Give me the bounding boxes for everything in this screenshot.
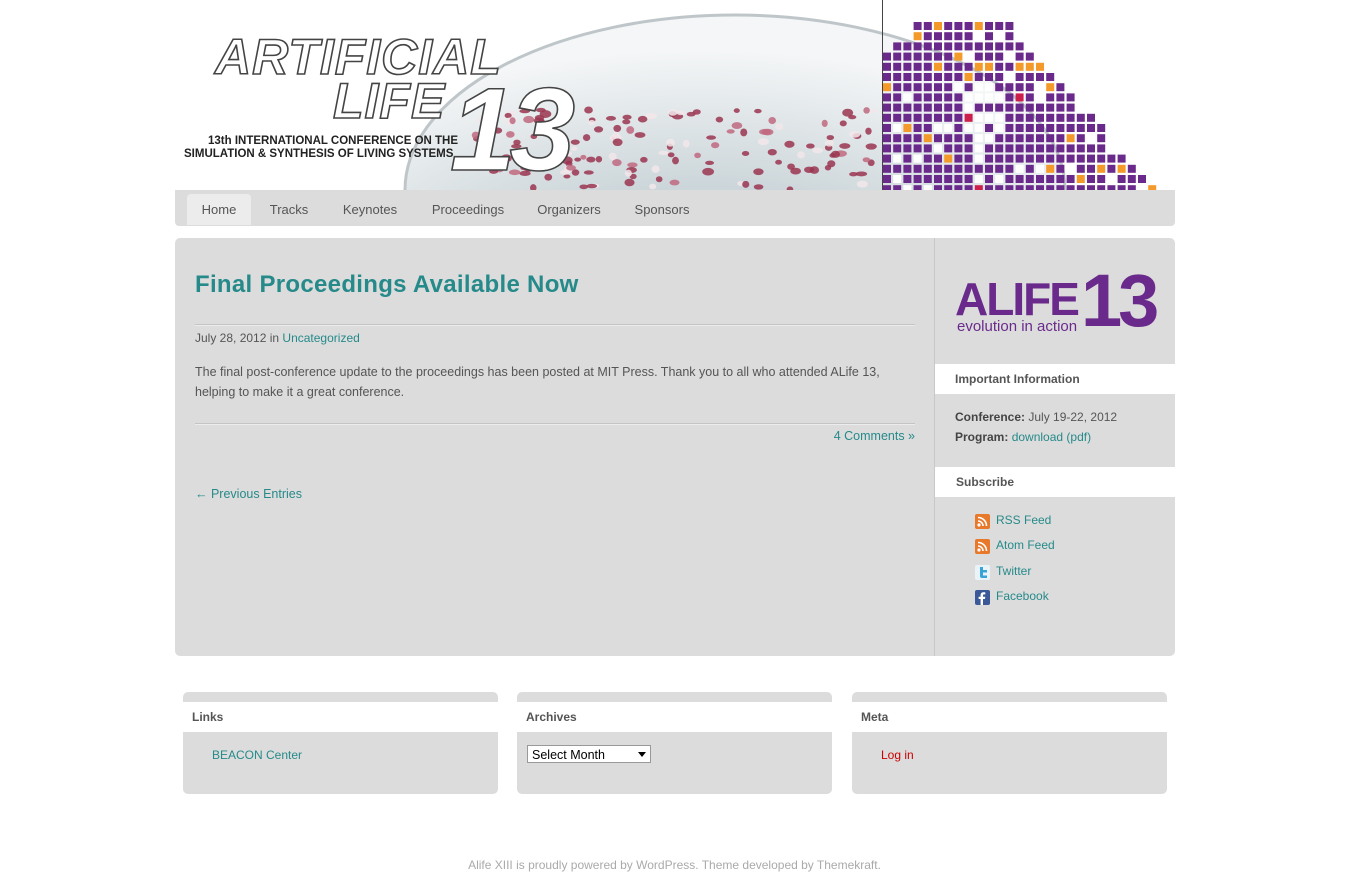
nav-keynotes[interactable]: Keynotes (335, 194, 405, 225)
divider (195, 324, 915, 326)
alife-logo-text: ALIFE 13 evolution in action (955, 259, 1160, 342)
alife-logo-number: 13 (1081, 259, 1159, 342)
main-navigation: Home Tracks Keynotes Proceedings Organiz… (175, 190, 1175, 226)
dropdown-arrow-icon (638, 752, 646, 757)
site-header: ARTIFICIAL LIFE 13 13th INTERNATIONAL CO… (175, 0, 1175, 190)
main-container: Final Proceedings Available Now July 28,… (175, 238, 1176, 656)
twitter-label: Twitter (996, 564, 1032, 578)
header-title-line2: LIFE (332, 72, 446, 130)
archives-widget: Archives Select Month (517, 692, 832, 794)
sidebar: ALIFE 13 evolution in action Important I… (934, 238, 1176, 656)
links-widget-heading: Links (183, 702, 498, 732)
previous-entries-link[interactable]: ← Previous Entries (195, 487, 302, 501)
links-widget: Links BEACON Center (183, 692, 498, 794)
alife13-logo: ALIFE 13 evolution in action (955, 259, 1160, 342)
nav-proceedings[interactable]: Proceedings (423, 194, 513, 225)
archives-month-select[interactable]: Select Month (527, 745, 651, 763)
program-download-link[interactable]: download (pdf) (1012, 430, 1091, 444)
program-label: Program: (955, 430, 1009, 444)
post-category-link[interactable]: Uncategorized (282, 331, 359, 345)
comments-link[interactable]: 4 Comments » (834, 429, 915, 443)
site-footer: Alife XIII is proudly powered by WordPre… (468, 858, 881, 872)
header-subtitle-line1: 13th INTERNATIONAL CONFERENCE ON THE (208, 135, 459, 147)
header-subtitle-line2: SIMULATION & SYNTHESIS OF LIVING SYSTEMS (184, 148, 454, 160)
important-info-heading: Important Information (935, 364, 1176, 394)
atom-feed-label: Atom Feed (996, 538, 1055, 552)
facebook-label: Facebook (996, 589, 1049, 603)
header-title-number: 13 (449, 63, 576, 190)
alife-logo-tagline: evolution in action (957, 318, 1078, 335)
post-meta: July 28, 2012 in Uncategorized (195, 331, 360, 345)
rss-icon (975, 514, 990, 529)
subscribe-heading: Subscribe (935, 467, 1176, 497)
conference-label: Conference: (955, 410, 1026, 424)
archives-widget-heading: Archives (517, 702, 832, 732)
login-link[interactable]: Log in (881, 748, 914, 762)
conference-dates: Conference: July 19-22, 2012 (955, 410, 1117, 424)
meta-widget: Meta Log in (852, 692, 1167, 794)
meta-widget-heading: Meta (852, 702, 1167, 732)
post-content: Final Proceedings Available Now July 28,… (195, 238, 915, 656)
nav-organizers[interactable]: Organizers (529, 194, 609, 225)
nav-tracks[interactable]: Tracks (259, 194, 319, 225)
pixel-mosaic-graphic (883, 22, 1157, 190)
program-line: Program: download (pdf) (955, 430, 1091, 444)
post-date: July 28, 2012 in (195, 331, 280, 345)
divider (195, 423, 915, 425)
facebook-icon (975, 590, 990, 605)
nav-home[interactable]: Home (187, 194, 251, 225)
twitter-icon (975, 565, 990, 580)
beacon-center-link[interactable]: BEACON Center (212, 748, 302, 762)
post-body: The final post-conference update to the … (195, 365, 880, 399)
nav-sponsors[interactable]: Sponsors (627, 194, 697, 225)
archives-select-value: Select Month (532, 748, 605, 762)
post-title[interactable]: Final Proceedings Available Now (195, 271, 579, 299)
rss-icon (975, 539, 990, 554)
conference-value: July 19-22, 2012 (1028, 410, 1118, 424)
rss-feed-label: RSS Feed (996, 513, 1052, 527)
